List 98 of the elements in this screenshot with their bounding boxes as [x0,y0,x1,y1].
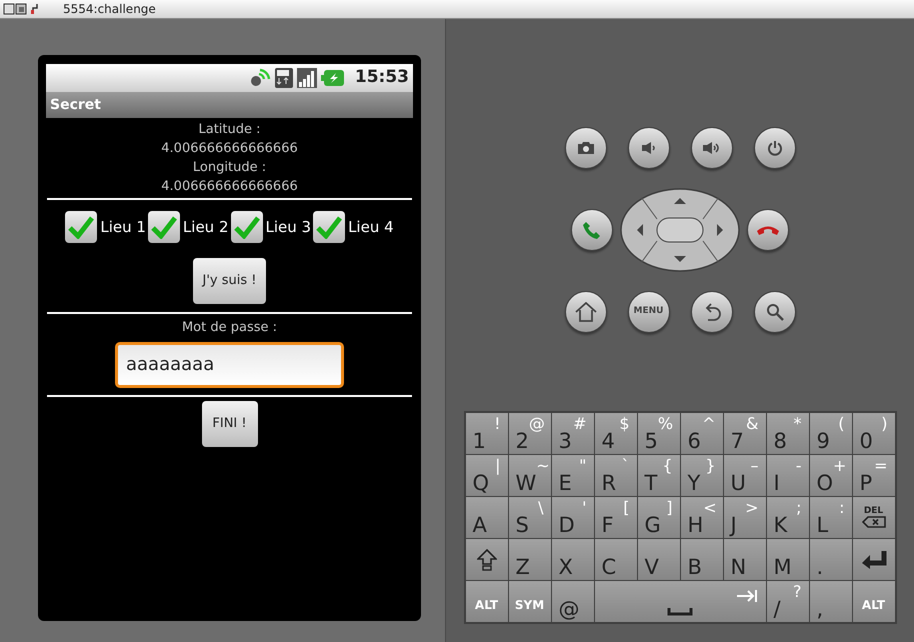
keyboard-key[interactable]: . [810,539,852,580]
keyboard-key[interactable]: 6 ^ [680,413,722,454]
keyboard-key[interactable]: Z [508,539,550,580]
status-time: 15:53 [354,66,409,90]
volume-up-button[interactable] [690,127,732,169]
keyboard-key[interactable]: 4 $ [594,413,636,454]
space-bar-icon [667,608,693,616]
app-title-bar: Secret [46,92,413,118]
gps-signal-icon [248,68,271,88]
password-label: Mot de passe : [180,319,278,337]
camera-button[interactable] [564,127,606,169]
keyboard-key[interactable]: S \ [508,497,550,538]
keyboard-key[interactable]: K ; [766,497,808,538]
keyboard-key[interactable]: F [ [594,497,636,538]
keyboard-key[interactable]: C [594,539,636,580]
shift-key[interactable] [466,539,508,580]
3g-network-icon [274,68,293,88]
checkbox[interactable] [148,211,180,243]
keyboard-key[interactable]: Q | [466,455,508,496]
keyboard-key[interactable]: 7 & [724,413,766,454]
keyboard-key[interactable]: ALT [466,581,508,622]
signal-bars-icon [296,68,317,88]
keyboard-key[interactable]: SYM [508,581,550,622]
shift-icon [476,548,496,570]
keyboard-key[interactable]: P = [852,455,894,496]
checkbox[interactable] [65,211,98,243]
keyboard-key[interactable]: E " [552,455,594,496]
checkbox[interactable] [313,211,346,243]
keyboard-key[interactable]: 8 * [766,413,808,454]
keyboard-key[interactable]: 1 ! [466,413,508,454]
enter-key[interactable] [852,539,894,580]
checkmark-icon [68,215,94,239]
window-title: 5554:challenge [63,1,156,18]
menu-button[interactable]: MENU [628,291,670,333]
keyboard-key[interactable]: X [552,539,594,580]
house-icon [574,302,596,322]
battery-charging-icon [320,69,345,87]
keyboard-key[interactable]: B [680,539,722,580]
coordinate-label: Latitude : [198,121,261,139]
checkbox[interactable] [230,211,262,243]
keyboard-key[interactable]: H < [680,497,722,538]
keyboard-key[interactable]: G ] [638,497,680,538]
keyboard-key[interactable]: 9 ( [810,413,852,454]
search-icon [766,303,784,321]
phone-handset-icon [756,224,780,236]
keyboard-key[interactable]: 2 @ [508,413,550,454]
keyboard-key[interactable]: R ` [594,455,636,496]
keyboard-key[interactable]: U – [724,455,766,496]
keyboard-key[interactable]: W ~ [508,455,550,496]
direction-pad[interactable] [619,187,741,273]
delete-key[interactable]: DEL [852,497,894,538]
checkmark-icon [234,215,260,239]
keyboard-key[interactable]: / ? [766,581,808,622]
back-button[interactable] [690,291,732,333]
end-call-button[interactable] [747,209,789,251]
checkbox-label: Lieu 4 [348,216,394,238]
checkmark-icon [150,215,177,239]
call-button[interactable] [571,209,613,251]
power-icon [766,140,782,156]
coordinate-value: 4.006666666666666 [161,178,298,196]
search-button[interactable] [754,291,796,333]
home-button[interactable] [564,291,606,333]
checkbox-label: Lieu 1 [100,216,146,238]
coordinate-label: Longitude : [192,159,266,177]
checkmark-icon [316,215,342,239]
keyboard-key[interactable]: A [466,497,508,538]
keyboard-key[interactable]: O + [810,455,852,496]
keyboard-key[interactable]: J > [724,497,766,538]
speaker-loud-icon [702,141,722,155]
keyboard-key[interactable]: ALT [852,581,894,622]
phone-handset-icon [582,220,602,240]
volume-down-button[interactable] [628,127,670,169]
keyboard-key[interactable]: , [810,581,852,622]
tab-arrow-icon [736,589,758,603]
coordinate-value: 4.006666666666666 [161,140,298,158]
keyboard-key[interactable]: 5 % [638,413,680,454]
keyboard-key[interactable]: L : [810,497,852,538]
keyboard-key[interactable]: Y } [680,455,722,496]
password-field[interactable]: aaaaaaaa [115,342,344,388]
delete-label: DEL [864,507,884,516]
keyboard-key[interactable]: T { [638,455,680,496]
checkbox-label: Lieu 3 [266,216,312,238]
enter-icon [860,550,888,570]
backspace-icon [862,516,886,528]
finish-button[interactable]: FINI ! [202,400,258,446]
keyboard-key[interactable]: 0 ) [852,413,894,454]
keyboard-key[interactable]: I - [766,455,808,496]
power-button[interactable] [754,127,796,169]
keyboard-key[interactable]: D ' [552,497,594,538]
checkbox-label: Lieu 2 [182,216,228,238]
camera-icon [576,141,594,155]
keyboard-key[interactable]: M [766,539,808,580]
keyboard-key[interactable]: @ [552,581,594,622]
check-in-button[interactable]: J'y suis ! [193,258,266,304]
speaker-icon [640,141,656,155]
keyboard-key[interactable]: N [724,539,766,580]
keyboard-key[interactable]: 3 # [552,413,594,454]
keyboard-key[interactable]: V [638,539,680,580]
